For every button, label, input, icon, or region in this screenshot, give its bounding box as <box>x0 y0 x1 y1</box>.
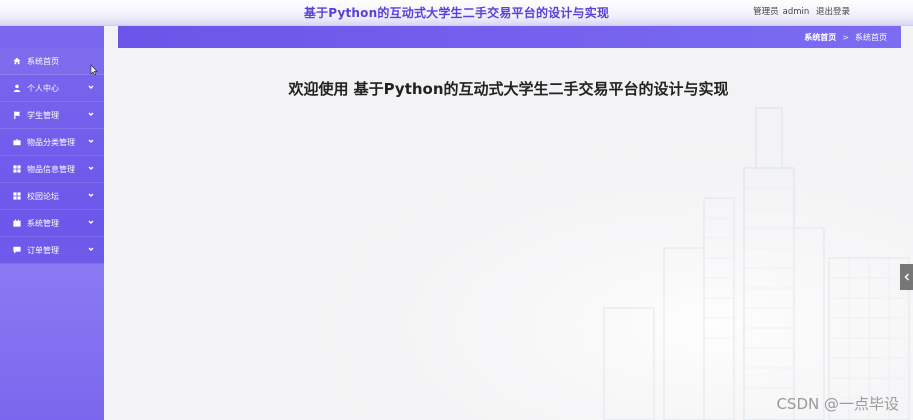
sidebar-item-label: 物品信息管理 <box>27 164 75 174</box>
sidebar-footer-area <box>0 264 104 420</box>
chevron-down-icon <box>88 245 94 251</box>
sidebar-item-label: 学生管理 <box>27 110 59 120</box>
username-label: admin <box>782 7 810 17</box>
city-skyline-background <box>104 48 913 420</box>
user-role-label: 管理员 <box>753 7 779 17</box>
main-content: 欢迎使用 基于Python的互动式大学生二手交易平台的设计与实现 <box>104 48 913 420</box>
mouse-cursor-icon <box>90 64 98 76</box>
top-header: 基于Python的互动式大学生二手交易平台的设计与实现 管理员 admin 退出登… <box>0 0 913 26</box>
sidebar-item-label: 物品分类管理 <box>27 137 75 147</box>
sidebar-item-student-management[interactable]: 学生管理 <box>0 102 104 129</box>
sidebar-item-home[interactable]: 系统首页 <box>0 48 104 75</box>
sidebar-item-label: 个人中心 <box>27 83 59 93</box>
user-area: 管理员 admin 退出登录 <box>749 5 850 17</box>
csdn-watermark: CSDN @一点毕设 <box>776 395 899 413</box>
calendar-icon <box>12 219 21 228</box>
sidebar-item-personal-center[interactable]: 个人中心 <box>0 75 104 102</box>
sidebar-item-order-management[interactable]: 订单管理 <box>0 237 104 264</box>
chevron-down-icon <box>88 191 94 197</box>
chevron-down-icon <box>88 218 94 224</box>
grid-icon <box>12 192 21 201</box>
flag-icon <box>12 111 21 120</box>
sidebar-item-label: 系统管理 <box>27 218 59 228</box>
chevron-down-icon <box>88 137 94 143</box>
sidebar: 系统首页 个人中心 学生管理 物品分类管理 物品信息管理 校园论坛 系统管理 订… <box>0 26 104 420</box>
sidebar-item-campus-forum[interactable]: 校园论坛 <box>0 183 104 210</box>
sidebar-item-label: 校园论坛 <box>27 191 59 201</box>
breadcrumb: 系统首页 > 系统首页 <box>118 26 901 48</box>
chevron-left-icon <box>903 273 909 281</box>
chevron-down-icon <box>88 164 94 170</box>
grid-icon <box>12 165 21 174</box>
briefcase-icon <box>12 138 21 147</box>
breadcrumb-separator: > <box>842 32 849 42</box>
logout-link[interactable]: 退出登录 <box>816 7 850 17</box>
sidebar-item-label: 系统首页 <box>27 56 59 66</box>
sidebar-item-item-info-management[interactable]: 物品信息管理 <box>0 156 104 183</box>
sidebar-item-item-category-management[interactable]: 物品分类管理 <box>0 129 104 156</box>
sidebar-item-system-management[interactable]: 系统管理 <box>0 210 104 237</box>
breadcrumb-current: 系统首页 <box>855 32 887 42</box>
breadcrumb-home-link[interactable]: 系统首页 <box>804 32 836 43</box>
side-panel-toggle[interactable] <box>900 264 913 290</box>
welcome-heading: 欢迎使用 基于Python的互动式大学生二手交易平台的设计与实现 <box>288 80 729 98</box>
chevron-down-icon <box>88 110 94 116</box>
chevron-down-icon <box>88 83 94 89</box>
user-icon <box>12 84 21 93</box>
sidebar-item-label: 订单管理 <box>27 245 59 255</box>
chat-icon <box>12 246 21 255</box>
home-icon <box>12 57 21 66</box>
